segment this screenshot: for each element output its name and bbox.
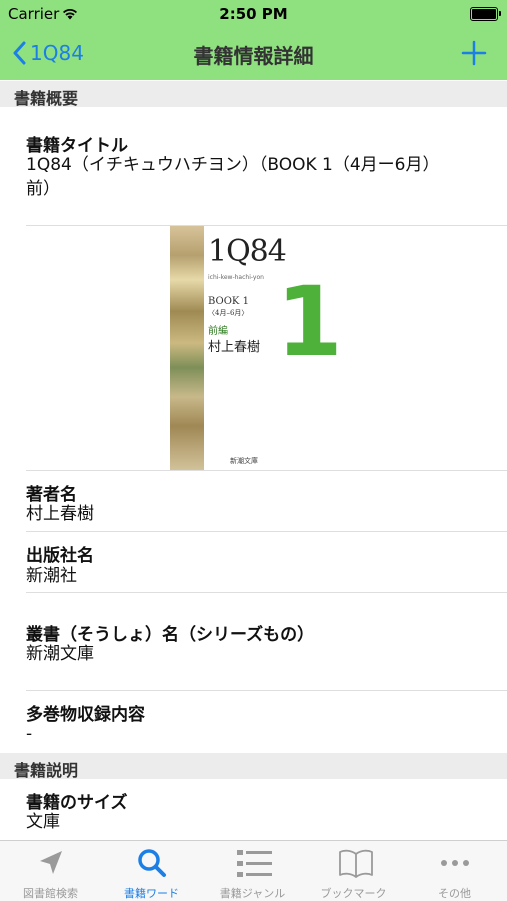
cover-subtitle: ichi-kew-hachi-yon (208, 274, 264, 281)
section-title-description: 書籍説明 (14, 761, 79, 780)
navigation-bar: 1Q84 書籍情報詳細 (0, 28, 507, 80)
book-cover-image: 1Q84 ichi-kew-hachi-yon BOOK 1 〈4月–6月〉 前… (170, 226, 343, 470)
author-label: 著者名 (26, 485, 77, 505)
volumes-value: - (26, 724, 33, 744)
title-label: 書籍タイトル (26, 136, 128, 156)
tab-book-genre[interactable]: 書籍ジャンル (202, 841, 303, 901)
separator (26, 470, 507, 471)
section-title-overview: 書籍概要 (14, 89, 79, 108)
plus-icon (461, 40, 487, 66)
search-icon (138, 849, 166, 877)
tab-label: その他 (438, 887, 471, 900)
tab-library-search[interactable]: 図書館検索 (0, 841, 101, 901)
title-value-line2: 前） (26, 179, 60, 199)
cover-artwork (170, 226, 204, 470)
tab-bookmark[interactable]: ブックマーク (303, 841, 404, 901)
cover-author: 村上春樹 (208, 340, 261, 355)
book-icon (339, 849, 373, 878)
add-button[interactable] (459, 38, 489, 68)
series-label: 叢書（そうしょ）名（シリーズもの） (26, 625, 315, 645)
tab-label: ブックマーク (320, 887, 387, 900)
list-icon (237, 850, 272, 877)
publisher-value: 新潮社 (26, 566, 77, 586)
tab-other[interactable]: その他 (404, 841, 505, 901)
title-value-line1: 1Q84（イチキュウハチヨン）（BOOK 1（4月ー6月） (26, 155, 440, 175)
tab-label: 書籍ワード (124, 887, 179, 900)
tab-label: 図書館検索 (23, 887, 78, 900)
cover-months: 〈4月–6月〉 (208, 309, 249, 317)
separator (26, 690, 507, 691)
tab-label: 書籍ジャンル (219, 887, 286, 900)
cover-part: 前編 (208, 326, 228, 337)
battery-icon (470, 7, 501, 21)
status-time: 2:50 PM (219, 5, 288, 23)
tab-book-word[interactable]: 書籍ワード (101, 841, 202, 901)
section-header-description: 書籍説明 (0, 753, 507, 780)
publisher-label: 出版社名 (26, 546, 94, 566)
author-value: 村上春樹 (26, 504, 94, 524)
size-value: 文庫 (26, 812, 60, 832)
status-bar: Carrier 2:50 PM (0, 0, 507, 28)
volumes-label: 多巻物収録内容 (26, 705, 145, 725)
section-header-overview: 書籍概要 (0, 81, 507, 108)
tab-bar: 図書館検索 書籍ワード 書籍ジャンル ブックマーク その他 (0, 840, 507, 901)
size-label: 書籍のサイズ (26, 793, 128, 813)
cover-book-number: BOOK 1 (208, 296, 249, 307)
separator (26, 531, 507, 532)
cover-big-number: 1 (276, 266, 343, 378)
separator (26, 592, 507, 593)
cover-title: 1Q84 (208, 234, 287, 269)
cover-book-line: BOOK 1 〈4月–6月〉 (208, 296, 249, 319)
more-icon (441, 860, 469, 866)
cover-publisher: 新潮文庫 (230, 457, 258, 465)
top-bar: Carrier 2:50 PM 1Q84 書籍情報詳細 (0, 0, 507, 80)
series-value: 新潮文庫 (26, 644, 94, 664)
page-title: 書籍情報詳細 (193, 44, 314, 68)
location-arrow-icon (40, 851, 62, 874)
